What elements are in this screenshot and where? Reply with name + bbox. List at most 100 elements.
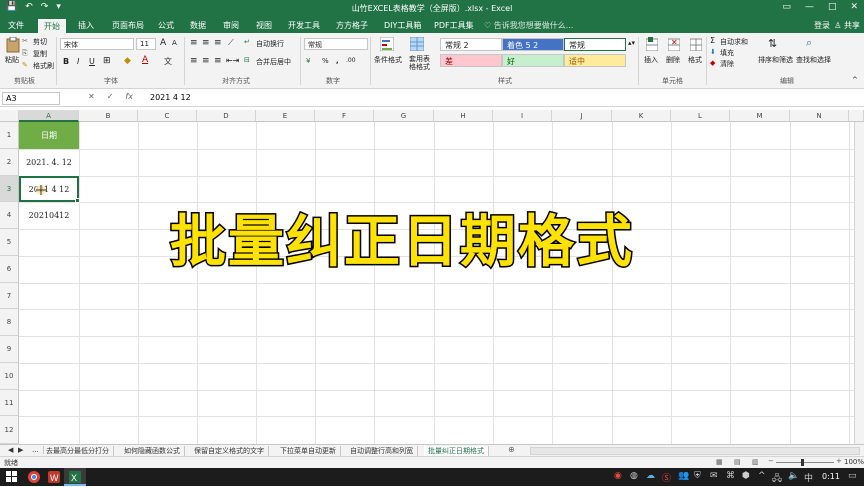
tray-shield-icon[interactable]: ⛨ (694, 471, 701, 481)
underline-button[interactable]: U (89, 57, 95, 66)
style-bad[interactable]: 差 (440, 54, 502, 67)
tab-page-layout[interactable]: 页面布局 (112, 20, 144, 31)
phonetic-icon[interactable]: 文 (164, 56, 172, 67)
cut-button[interactable]: 剪切 (33, 37, 47, 47)
paste-button[interactable]: 粘贴 (5, 55, 19, 65)
cell-a3-selected[interactable]: 2021 4 12 (19, 176, 79, 202)
number-format-select[interactable]: 常规 (304, 38, 368, 50)
notification-icon[interactable]: ▭ (848, 471, 857, 481)
tray-net-icon[interactable]: ⌘ (726, 471, 735, 481)
row-header[interactable]: 10 (0, 363, 19, 390)
excel-taskbar-item[interactable]: X (64, 468, 86, 486)
style-neutral[interactable]: 适中 (564, 54, 626, 67)
insert-button[interactable]: 插入 (644, 55, 658, 65)
row-header[interactable]: 11 (0, 390, 19, 416)
column-header[interactable]: D (197, 110, 256, 122)
font-color-icon[interactable]: A (142, 55, 148, 65)
tab-file[interactable]: 文件 (8, 20, 24, 31)
zoom-slider[interactable] (776, 462, 834, 463)
maximize-icon[interactable]: □ (828, 2, 837, 12)
row-header[interactable]: 9 (0, 336, 19, 363)
find-icon[interactable]: ⌕ (806, 36, 812, 50)
format-painter-icon[interactable]: ✎ (22, 61, 28, 69)
select-all-corner[interactable] (0, 110, 19, 122)
tab-pdf-tools[interactable]: PDF工具集 (434, 20, 474, 31)
tab-diy-toolbox[interactable]: DIY工具箱 (384, 20, 421, 31)
indent-icon[interactable]: ⇤⇥ (226, 56, 239, 65)
increase-font-icon[interactable]: A (160, 38, 166, 48)
style-normal[interactable]: 常规 (564, 38, 626, 51)
row-header[interactable]: 8 (0, 309, 19, 336)
tab-developer[interactable]: 开发工具 (288, 20, 320, 31)
row-header[interactable]: 6 (0, 256, 19, 283)
windows-start-icon[interactable] (6, 471, 18, 483)
top-align-icon[interactable]: ≡ (190, 38, 198, 48)
tab-fangfang[interactable]: 方方格子 (336, 20, 368, 31)
font-size-select[interactable]: 11 (136, 38, 156, 50)
name-box[interactable]: A3 (2, 92, 60, 105)
column-header[interactable]: H (434, 110, 493, 122)
column-header[interactable]: K (612, 110, 671, 122)
sort-filter-button[interactable]: 排序和筛选 (758, 55, 793, 65)
cell-a2[interactable]: 2021. 4. 12 (19, 149, 79, 176)
tab-data[interactable]: 数据 (190, 20, 206, 31)
tray-app2-icon[interactable]: ⬢ (742, 471, 750, 481)
insert-function-icon[interactable]: fx (125, 92, 133, 101)
currency-icon[interactable]: ¥ (306, 57, 310, 65)
wrap-text-button[interactable]: 自动换行 (256, 39, 284, 49)
sort-filter-icon[interactable]: ⇅ (768, 37, 777, 50)
ribbon-display-icon[interactable]: ▭ (782, 2, 791, 12)
column-header[interactable]: E (256, 110, 315, 122)
delete-button[interactable]: 删除 (666, 55, 680, 65)
insert-cells-icon[interactable] (646, 37, 658, 51)
tray-people-icon[interactable]: 👥 (678, 471, 689, 481)
collapse-ribbon-icon[interactable]: ^ (852, 76, 858, 84)
style-normal-2[interactable]: 常规 2 (440, 38, 502, 51)
merge-center-button[interactable]: 合并后居中 (256, 57, 291, 67)
cell-a1[interactable]: 日期 (19, 122, 79, 149)
format-as-table-icon[interactable] (410, 37, 424, 51)
wps-icon[interactable]: W (48, 471, 60, 483)
sheet-nav-next-icon[interactable]: ▶ (14, 446, 27, 454)
volume-icon[interactable]: 🔈 (788, 471, 799, 481)
bold-button[interactable]: B (63, 57, 69, 66)
tray-app-icon[interactable]: ◍ (630, 471, 638, 481)
column-header[interactable]: I (493, 110, 552, 122)
row-header[interactable]: 7 (0, 283, 19, 309)
zoom-out-icon[interactable]: − (768, 457, 774, 465)
paste-icon[interactable] (6, 37, 20, 53)
tray-chat-icon[interactable]: ✉ (710, 471, 718, 481)
comma-button[interactable]: , (336, 57, 339, 65)
conditional-format-button[interactable]: 条件格式 (374, 55, 402, 65)
autosum-icon[interactable]: Σ (710, 36, 715, 45)
format-cells-icon[interactable] (690, 37, 702, 51)
cell-a4[interactable]: 20210412 (19, 202, 79, 229)
column-header[interactable]: L (671, 110, 730, 122)
delete-cells-icon[interactable]: ✕ (668, 37, 680, 51)
sheet-tab[interactable]: 自动调整行高和列宽 (346, 446, 418, 456)
cut-icon[interactable]: ✂ (22, 37, 28, 45)
row-header[interactable]: 2 (0, 149, 19, 176)
clock[interactable]: 0:11 (822, 472, 840, 481)
decrease-font-icon[interactable]: A (172, 39, 177, 47)
zoom-slider-thumb[interactable] (801, 459, 804, 466)
cancel-icon[interactable]: ✕ (88, 92, 95, 101)
column-header[interactable]: A (19, 110, 79, 122)
login-link[interactable]: 登录 (814, 20, 830, 31)
conditional-format-icon[interactable] (380, 37, 394, 51)
close-icon[interactable]: ✕ (850, 2, 858, 12)
column-header[interactable]: C (138, 110, 197, 122)
zoom-in-icon[interactable]: + (836, 457, 842, 465)
orientation-icon[interactable]: ⟋ (228, 38, 234, 48)
share-button[interactable]: ♙ 共享 (834, 20, 860, 31)
wrap-text-icon[interactable]: ↵ (244, 38, 250, 46)
formula-input[interactable]: 2021 4 12 (150, 93, 191, 102)
column-header[interactable]: B (79, 110, 138, 122)
network-icon[interactable]: 🖧 (772, 471, 782, 487)
tray-cloud-icon[interactable]: ☁ (646, 471, 655, 481)
enter-icon[interactable]: ✓ (107, 92, 114, 101)
font-name-select[interactable]: 宋体 (60, 38, 134, 50)
row-header[interactable]: 4 (0, 202, 19, 229)
tray-record-icon[interactable]: ◉ (614, 471, 622, 481)
chrome-icon[interactable] (28, 471, 40, 483)
